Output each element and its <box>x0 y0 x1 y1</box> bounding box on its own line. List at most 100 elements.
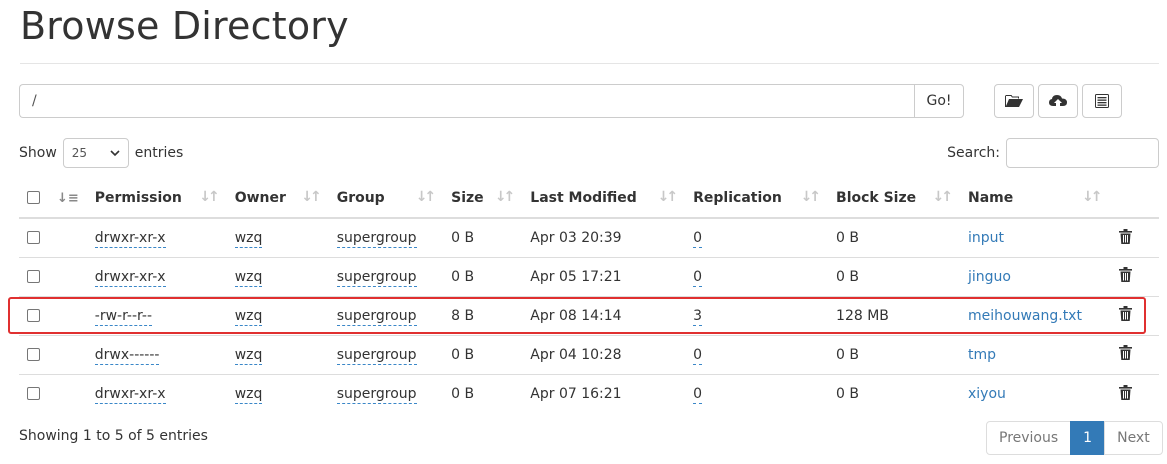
size-cell: 0 B <box>443 256 523 296</box>
cloud-upload-icon <box>1049 95 1067 106</box>
actions-header <box>1109 178 1159 219</box>
go-button[interactable]: Go! <box>914 84 964 118</box>
permission-cell[interactable]: drwxr-xr-x <box>94 229 166 248</box>
row-checkbox[interactable] <box>27 348 40 361</box>
permission-cell[interactable]: drwxr-xr-x <box>94 385 166 404</box>
modified-cell: Apr 07 16:21 <box>522 373 686 413</box>
replication-cell[interactable]: 3 <box>693 307 703 326</box>
page-title: Browse Directory <box>20 4 349 48</box>
trash-icon <box>1118 384 1132 400</box>
page-length-control: Show 25 entries <box>19 138 183 168</box>
permission-cell[interactable]: drwx------ <box>94 346 160 365</box>
page-length-select[interactable]: 25 <box>62 138 129 168</box>
delete-button[interactable] <box>1117 384 1133 400</box>
delete-button[interactable] <box>1117 345 1133 361</box>
create-directory-button[interactable] <box>994 84 1034 118</box>
permission-cell[interactable]: -rw-r--r-- <box>94 307 153 326</box>
table-row: drwxr-xr-x wzq supergroup 0 B Apr 07 16:… <box>19 373 1159 413</box>
previous-page-button[interactable]: Previous <box>986 421 1072 455</box>
block-size-cell: 0 B <box>836 229 859 246</box>
group-cell[interactable]: supergroup <box>336 229 417 248</box>
modified-cell: Apr 03 20:39 <box>530 229 622 246</box>
delete-button[interactable] <box>1117 306 1133 322</box>
sort-arrows-icon: ↓↑ <box>415 189 437 205</box>
row-checkbox[interactable] <box>27 387 40 401</box>
folder-open-icon <box>1005 95 1023 107</box>
column-permission[interactable]: Permission ↓↑ <box>86 178 227 219</box>
cut-paste-button[interactable] <box>1082 84 1122 118</box>
row-checkbox[interactable] <box>27 231 40 245</box>
replication-cell[interactable]: 0 <box>693 268 703 287</box>
row-checkbox[interactable] <box>27 309 40 322</box>
size-cell: 0 B <box>443 334 523 374</box>
path-bar: Go! <box>19 84 964 118</box>
sort-column-header[interactable]: ↓≡ <box>48 178 87 219</box>
replication-cell[interactable]: 0 <box>693 346 703 365</box>
sort-icon: ↓≡ <box>56 190 79 206</box>
block-size-cell: 0 B <box>828 256 960 296</box>
owner-cell[interactable]: wzq <box>234 346 263 365</box>
column-last-modified[interactable]: Last Modified ↓↑ <box>522 178 686 219</box>
name-link[interactable]: jinguo <box>968 269 1011 285</box>
table-row-selected: -rw-r--r-- wzq supergroup 8 B Apr 08 14:… <box>19 295 1159 335</box>
size-cell: 0 B <box>443 373 523 413</box>
size-cell: 0 B <box>451 229 475 246</box>
group-cell[interactable]: supergroup <box>336 385 417 404</box>
page-1-button[interactable]: 1 <box>1070 421 1106 455</box>
column-block-size[interactable]: Block Size ↓↑ <box>828 178 960 219</box>
trash-icon <box>1118 228 1132 244</box>
group-cell[interactable]: supergroup <box>336 268 417 287</box>
owner-cell[interactable]: wzq <box>234 268 263 287</box>
owner-cell[interactable]: wzq <box>234 385 263 404</box>
sort-arrows-icon: ↓↑ <box>800 189 822 205</box>
modified-cell: Apr 05 17:21 <box>522 256 686 296</box>
owner-cell[interactable]: wzq <box>234 307 263 326</box>
group-cell[interactable]: supergroup <box>336 307 417 326</box>
block-size-cell: 128 MB <box>828 295 960 335</box>
modified-cell: Apr 04 10:28 <box>522 334 686 374</box>
group-cell[interactable]: supergroup <box>336 346 417 365</box>
block-size-cell: 0 B <box>828 334 960 374</box>
replication-cell[interactable]: 0 <box>693 229 703 248</box>
modified-cell: Apr 08 14:14 <box>522 295 686 335</box>
delete-button[interactable] <box>1117 228 1133 244</box>
trash-icon <box>1118 306 1132 322</box>
table-row: drwx------ wzq supergroup 0 B Apr 04 10:… <box>19 334 1159 374</box>
search-input[interactable] <box>1006 138 1159 168</box>
directory-table: ↓≡ Permission ↓↑ Owner ↓↑ Group ↓↑ Size ↓↑ L… <box>19 178 1159 413</box>
column-size[interactable]: Size ↓↑ <box>443 178 523 219</box>
name-link[interactable]: input <box>968 230 1004 246</box>
permission-cell[interactable]: drwxr-xr-x <box>94 268 166 287</box>
upload-button[interactable] <box>1038 84 1078 118</box>
chevron-down-icon <box>110 149 120 156</box>
search-label: Search: <box>947 145 1000 161</box>
show-label: Show <box>19 145 57 161</box>
sort-arrows-icon: ↓↑ <box>932 189 954 205</box>
delete-button[interactable] <box>1117 267 1133 283</box>
trash-icon <box>1118 267 1132 283</box>
pagination: Previous 1 Next <box>986 421 1163 455</box>
table-info: Showing 1 to 5 of 5 entries <box>19 428 208 444</box>
table-header-row: ↓≡ Permission ↓↑ Owner ↓↑ Group ↓↑ Size ↓↑ L… <box>19 178 1159 219</box>
trash-icon <box>1118 345 1132 361</box>
column-owner[interactable]: Owner ↓↑ <box>226 178 329 219</box>
column-group[interactable]: Group ↓↑ <box>328 178 444 219</box>
path-input[interactable] <box>19 84 914 118</box>
table-row: drwxr-xr-x wzq supergroup 0 B Apr 05 17:… <box>19 256 1159 296</box>
column-name[interactable]: Name ↓↑ <box>960 178 1110 219</box>
next-page-button[interactable]: Next <box>1104 421 1163 455</box>
column-replication[interactable]: Replication ↓↑ <box>685 178 829 219</box>
select-all-checkbox[interactable] <box>27 191 40 204</box>
table-row: drwxr-xr-x wzq supergroup 0 B Apr 03 20:… <box>19 218 1159 257</box>
name-link[interactable]: tmp <box>968 347 996 363</box>
row-checkbox[interactable] <box>27 270 40 283</box>
sort-arrows-icon: ↓↑ <box>199 189 220 205</box>
owner-cell[interactable]: wzq <box>234 229 263 248</box>
list-alt-icon <box>1095 94 1109 108</box>
select-all-header <box>19 178 49 219</box>
name-link[interactable]: meihouwang.txt <box>968 308 1082 324</box>
page-length-value: 25 <box>71 146 88 160</box>
replication-cell[interactable]: 0 <box>693 385 703 404</box>
sort-arrows-icon: ↓↑ <box>657 189 679 205</box>
name-link[interactable]: xiyou <box>968 386 1006 402</box>
